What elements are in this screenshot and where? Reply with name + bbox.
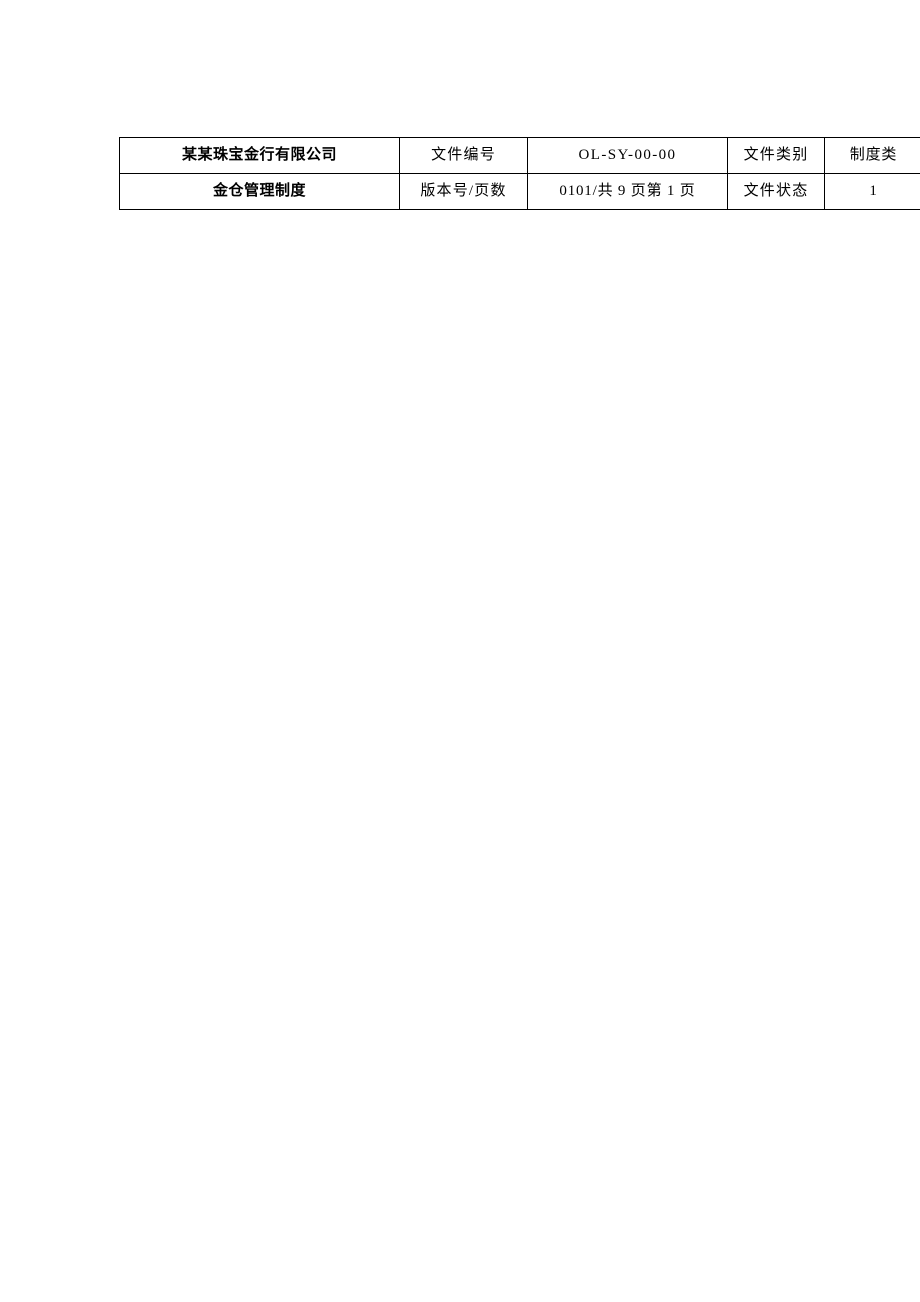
doc-status-label-cell: 文件状态 xyxy=(727,173,825,210)
doc-category-value-cell: 制度类 xyxy=(824,137,920,174)
version-value-cell: 0101/共 9 页第 1 页 xyxy=(527,173,728,210)
version-label-cell: 版本号/页数 xyxy=(399,173,528,210)
company-name-cell: 某某珠宝金行有限公司 xyxy=(119,137,400,174)
table-row: 某某珠宝金行有限公司 文件编号 OL-SY-00-00 文件类别 制度类 xyxy=(119,137,920,174)
doc-number-value-cell: OL-SY-00-00 xyxy=(527,137,728,174)
doc-category-label-cell: 文件类别 xyxy=(727,137,825,174)
document-body xyxy=(119,225,917,1245)
document-title-cell: 金仓管理制度 xyxy=(119,173,400,210)
document-page: 某某珠宝金行有限公司 文件编号 OL-SY-00-00 文件类别 制度类 金仓管… xyxy=(0,0,920,1302)
table-row: 金仓管理制度 版本号/页数 0101/共 9 页第 1 页 文件状态 1 xyxy=(119,173,920,210)
document-header-table: 某某珠宝金行有限公司 文件编号 OL-SY-00-00 文件类别 制度类 金仓管… xyxy=(119,137,920,210)
doc-status-value-cell: 1 xyxy=(824,173,920,210)
doc-number-label-cell: 文件编号 xyxy=(399,137,528,174)
